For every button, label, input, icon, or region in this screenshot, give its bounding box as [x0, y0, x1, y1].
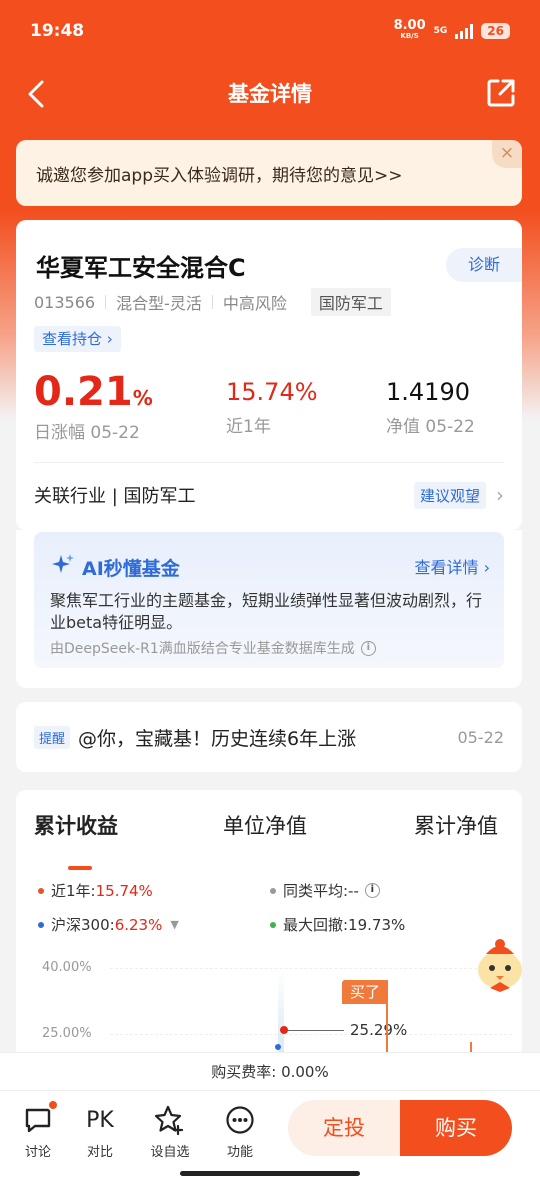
sip-button[interactable]: 定投 [288, 1100, 400, 1156]
chevron-right-icon: › [496, 483, 504, 507]
ai-summary-text: 聚焦军工行业的主题基金，短期业绩弹性显著但波动剧烈，行业beta特征明显。 [50, 591, 483, 632]
fund-info-card: 华夏军工安全混合C 诊断 013566 混合型-灵活 中高风险 国防军工 查看持… [16, 220, 522, 530]
discuss-button[interactable]: 讨论 [13, 1099, 63, 1160]
y-tick-label: 25.00% [42, 1026, 92, 1041]
notification-dot [47, 1099, 59, 1111]
caret-down-icon: ▼ [170, 918, 179, 931]
signal-icon [455, 23, 474, 39]
star-plus-icon [145, 1103, 195, 1137]
home-indicator [180, 1171, 360, 1176]
reminder-text: @你，宝藏基！历史连续6年上涨 [78, 727, 357, 750]
battery-icon: 26 [481, 23, 510, 39]
more-icon [215, 1103, 265, 1137]
share-icon[interactable] [484, 76, 518, 110]
tab-unit-nav[interactable]: 单位净值 [223, 810, 307, 840]
reminder-card[interactable]: 提醒 @你，宝藏基！历史连续6年上涨 05-22 [16, 702, 522, 772]
legend-fund: 近1年: 15.74% [38, 880, 153, 901]
status-bar: 19:48 8.00 KB/S 5G 26 [0, 0, 540, 62]
legend-index[interactable]: 沪深300: 6.23% ▼ [38, 914, 179, 935]
info-icon[interactable]: i [360, 640, 376, 656]
survey-text: 诚邀您参加app买入体验调研，期待您的意见>> [36, 165, 403, 186]
buy-marker-tag: 买了 [342, 980, 388, 1004]
chat-icon [13, 1099, 63, 1137]
pk-icon: PK [86, 1107, 114, 1133]
daily-change: 0.21% 日涨幅 05-22 [34, 368, 153, 443]
info-icon[interactable]: i [364, 883, 380, 898]
sparkle-icon [50, 552, 76, 583]
fund-code: 013566 [34, 292, 96, 312]
network-type: 5G [433, 26, 448, 36]
industry-label: 关联行业 | 国防军工 [34, 486, 196, 507]
ai-detail-link[interactable]: 查看详情 › [415, 554, 491, 578]
view-holdings-link[interactable]: 查看持仓 › [34, 326, 121, 352]
daily-change-value: 0.21 [34, 369, 133, 415]
add-watchlist-button[interactable]: 设自选 [145, 1103, 195, 1160]
page-title: 基金详情 [228, 82, 312, 106]
fund-type: 混合型-灵活 [116, 294, 202, 313]
compare-button[interactable]: PK 对比 [75, 1103, 125, 1161]
active-tab-indicator [68, 866, 92, 870]
net-value-number: 1.4190 [386, 378, 470, 406]
diagnose-button[interactable]: 诊断 [446, 248, 522, 282]
yearly-return-value: 15.74% [226, 378, 318, 406]
marker-line [284, 1030, 344, 1031]
close-icon[interactable]: × [492, 140, 522, 168]
survey-banner[interactable]: 诚邀您参加app买入体验调研，期待您的意见>> × [16, 140, 522, 206]
tab-cumulative-return[interactable]: 累计收益 [34, 810, 118, 840]
navbar: 基金详情 [0, 62, 540, 124]
grid-line [110, 1034, 512, 1035]
index-point [275, 1044, 281, 1050]
daily-change-unit: % [132, 386, 153, 410]
fund-risk: 中高风险 [222, 294, 287, 313]
y-tick-label: 40.00% [42, 960, 92, 975]
ai-summary-card: AI秒懂基金 查看详情 › 聚焦军工行业的主题基金，短期业绩弹性显著但波动剧烈，… [16, 530, 522, 688]
industry-advice-badge: 建议观望 [413, 481, 486, 509]
grid-line [110, 968, 512, 969]
reminder-tag: 提醒 [34, 725, 71, 749]
yearly-return: 15.74% 近1年 [226, 368, 318, 437]
divider [34, 462, 504, 463]
ai-summary-panel: AI秒懂基金 查看详情 › 聚焦军工行业的主题基金，短期业绩弹性显著但波动剧烈，… [34, 532, 504, 668]
sector-tag[interactable]: 国防军工 [310, 288, 391, 316]
daily-change-label: 日涨幅 05-22 [34, 423, 140, 443]
buy-button[interactable]: 购买 [400, 1100, 512, 1156]
net-speed: 8.00 KB/S [393, 18, 426, 40]
legend-peer-average: 同类平均:-- i [270, 880, 380, 901]
ai-source: 由DeepSeek-R1满血版结合专业基金数据库生成 i [50, 638, 376, 658]
bottom-action-bar: 讨论 PK 对比 设自选 功能 定投 购买 [0, 1090, 540, 1188]
purchase-buttons: 定投 购买 [288, 1100, 512, 1156]
net-value: 1.4190 净值 05-22 [386, 368, 475, 437]
fund-meta: 013566 混合型-灵活 中高风险 国防军工 [34, 288, 391, 316]
tab-cumulative-nav[interactable]: 累计净值 [414, 810, 498, 840]
reminder-date: 05-22 [457, 727, 505, 747]
purchase-fee-bar: 购买费率: 0.00% [0, 1052, 540, 1090]
marker-dot [280, 1026, 288, 1034]
status-time: 19:48 [30, 21, 85, 41]
related-industry-row[interactable]: 关联行业 | 国防军工 建议观望 › [34, 464, 504, 526]
functions-button[interactable]: 功能 [215, 1103, 265, 1160]
legend-max-drawdown: 最大回撤:19.73% [270, 914, 405, 935]
fund-name: 华夏军工安全混合C [36, 254, 246, 282]
status-icons: 8.00 KB/S 5G 26 [393, 18, 510, 41]
marker-value: 25.29% [350, 1021, 408, 1039]
chart-tabs: 累计收益 单位净值 累计净值 [16, 810, 522, 870]
mascot-icon[interactable] [472, 936, 528, 994]
net-value-label: 净值 05-22 [386, 417, 475, 437]
ai-title: AI秒懂基金 [50, 552, 180, 583]
